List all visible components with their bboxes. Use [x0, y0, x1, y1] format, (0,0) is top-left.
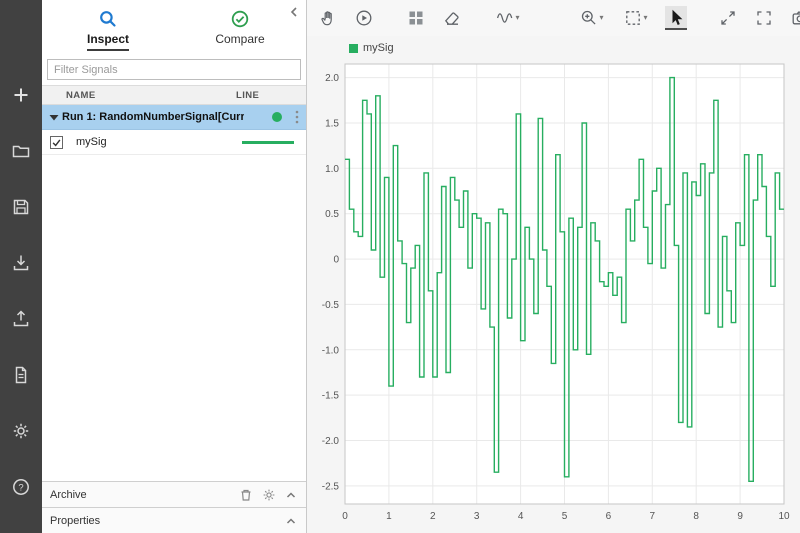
archive-collapse-chevron-icon[interactable]	[285, 490, 297, 500]
wave-dropdown-caret-icon: ▾	[515, 13, 520, 22]
inspect-search-icon	[98, 9, 118, 29]
svg-text:4: 4	[518, 511, 524, 522]
simulation-data-inspector-window: ? Inspect Compare NA	[0, 0, 800, 533]
svg-text:2.0: 2.0	[325, 73, 339, 84]
help-icon[interactable]: ?	[10, 476, 32, 498]
snapshot-camera-icon[interactable]	[789, 6, 800, 30]
signal-list-empty-area	[42, 155, 306, 481]
eraser-icon[interactable]	[441, 6, 463, 30]
signal-wave-icon[interactable]: ▾	[493, 6, 523, 30]
import-icon[interactable]	[10, 252, 32, 274]
legend-color-swatch	[349, 43, 358, 53]
svg-text:0: 0	[342, 511, 348, 522]
pan-hand-icon[interactable]	[317, 6, 339, 30]
archive-label: Archive	[50, 488, 87, 501]
save-icon[interactable]	[10, 196, 32, 218]
properties-section-bar[interactable]: Properties	[42, 507, 306, 533]
run-row-label: Run 1: RandomNumberSignal[Curre	[62, 111, 244, 123]
svg-text:10: 10	[778, 511, 790, 522]
svg-text:3: 3	[474, 511, 480, 522]
layout-grid-icon[interactable]	[405, 6, 427, 30]
svg-text:5: 5	[562, 511, 568, 522]
filter-signals-input[interactable]	[47, 59, 301, 80]
run-expander-icon[interactable]	[46, 113, 62, 122]
collapse-left-icon[interactable]	[286, 4, 302, 20]
compare-check-icon	[230, 9, 250, 29]
svg-text:-1.0: -1.0	[322, 345, 340, 356]
svg-text:0.5: 0.5	[325, 209, 339, 220]
plot-area-panel: ▾ ▾ ▾ mySig 0 1 2 3 4 5 6 7 8 9 10 -2.5 …	[307, 0, 800, 533]
signal-line-sample	[242, 140, 294, 144]
run-status-dot	[272, 112, 282, 122]
properties-collapse-chevron-icon[interactable]	[285, 516, 297, 526]
report-icon[interactable]	[10, 364, 32, 386]
trash-icon[interactable]	[239, 488, 253, 502]
signal-table-header: NAME LINE	[42, 85, 306, 105]
add-icon[interactable]	[10, 84, 32, 106]
svg-text:-2.5: -2.5	[322, 481, 340, 492]
tab-inspect-label: Inspect	[86, 32, 129, 51]
legend-label: mySig	[363, 42, 394, 54]
zoom-dropdown-caret-icon: ▾	[599, 13, 604, 22]
resize-diagonal-icon[interactable]	[717, 6, 739, 30]
properties-label: Properties	[50, 514, 101, 527]
plot-toolbar: ▾ ▾ ▾	[307, 0, 800, 36]
svg-text:0: 0	[333, 255, 339, 266]
column-header-line: LINE	[236, 89, 260, 101]
svg-text:-2.0: -2.0	[322, 436, 340, 447]
svg-text:-0.5: -0.5	[322, 300, 340, 311]
plot-legend: mySig	[349, 42, 394, 54]
tab-inspect[interactable]: Inspect	[42, 0, 174, 56]
fit-to-view-icon[interactable]: ▾	[621, 6, 651, 30]
pointer-arrow-icon[interactable]	[665, 6, 687, 30]
signal-row-label: mySig	[76, 136, 107, 148]
preferences-gear-icon[interactable]	[10, 420, 32, 442]
plot-svg: 0 1 2 3 4 5 6 7 8 9 10 -2.5 -2.0 -1.5 -1.0 -0.5 0 0.5 1.0 1…	[322, 63, 790, 522]
export-icon[interactable]	[10, 308, 32, 330]
svg-text:1: 1	[386, 511, 392, 522]
svg-text:2: 2	[430, 511, 436, 522]
run-row[interactable]: Run 1: RandomNumberSignal[Curre	[42, 105, 306, 130]
open-folder-icon[interactable]	[10, 140, 32, 162]
svg-text:?: ?	[18, 482, 23, 493]
app-toolstrip: ?	[0, 0, 42, 533]
archive-settings-gear-icon[interactable]	[262, 488, 276, 502]
signal-browser-panel: Inspect Compare NAME LINE Run 1: Rando	[42, 0, 307, 533]
filter-signals-wrap	[42, 56, 306, 85]
replay-icon[interactable]	[353, 6, 375, 30]
signal-row[interactable]: mySig	[42, 130, 306, 155]
signal-plot[interactable]: 0 1 2 3 4 5 6 7 8 9 10 -2.5 -2.0 -1.5 -1.0 -0.5 0 0.5 1.0 1…	[309, 58, 798, 530]
zoom-in-icon[interactable]: ▾	[577, 6, 607, 30]
svg-text:-1.5: -1.5	[322, 391, 340, 402]
column-header-name: NAME	[66, 89, 96, 101]
svg-text:6: 6	[606, 511, 612, 522]
svg-text:9: 9	[737, 511, 743, 522]
fullscreen-icon[interactable]	[753, 6, 775, 30]
svg-text:7: 7	[650, 511, 656, 522]
signal-checkbox[interactable]	[50, 135, 63, 149]
svg-text:8: 8	[693, 511, 699, 522]
tab-compare-label: Compare	[215, 32, 265, 46]
run-options-kebab-icon[interactable]	[290, 110, 304, 124]
archive-section-bar[interactable]: Archive	[42, 481, 306, 507]
fit-dropdown-caret-icon: ▾	[643, 13, 648, 22]
svg-text:1.5: 1.5	[325, 119, 339, 130]
svg-text:1.0: 1.0	[325, 164, 339, 175]
sidebar-tabbar: Inspect Compare	[42, 0, 306, 56]
